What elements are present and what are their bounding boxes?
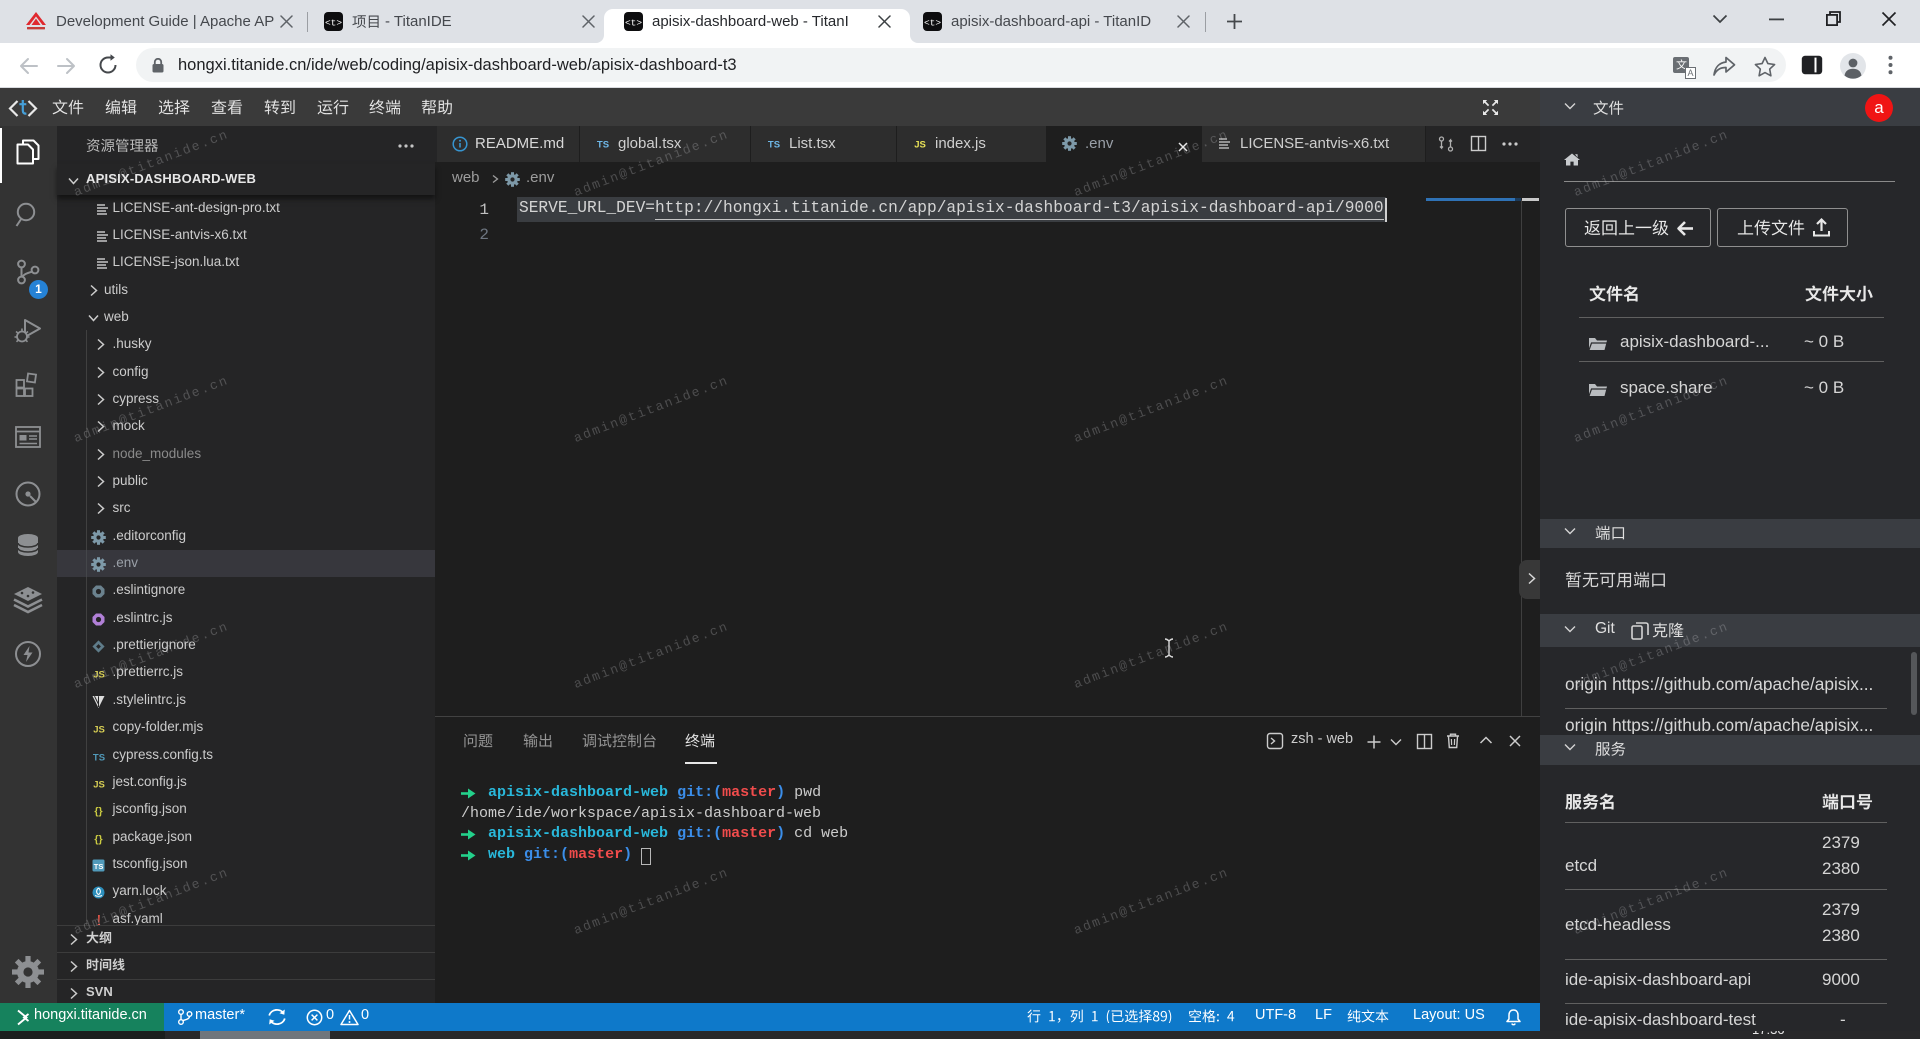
svg-text:{}: {} <box>94 806 102 818</box>
svg-text:<t>: <t> <box>625 17 642 28</box>
svg-text:TS: TS <box>93 862 103 871</box>
svg-text:<t>: <t> <box>325 17 342 28</box>
svg-text:JS: JS <box>914 140 926 151</box>
svg-text:TS: TS <box>597 140 609 151</box>
svg-text:TS: TS <box>768 140 780 151</box>
svg-text:JS: JS <box>93 670 105 681</box>
svg-text:<t>: <t> <box>924 17 941 28</box>
svg-text:JS: JS <box>93 725 105 736</box>
svg-text:{}: {} <box>94 833 102 845</box>
svg-text:JS: JS <box>93 779 105 790</box>
svg-text:TS: TS <box>92 752 104 763</box>
